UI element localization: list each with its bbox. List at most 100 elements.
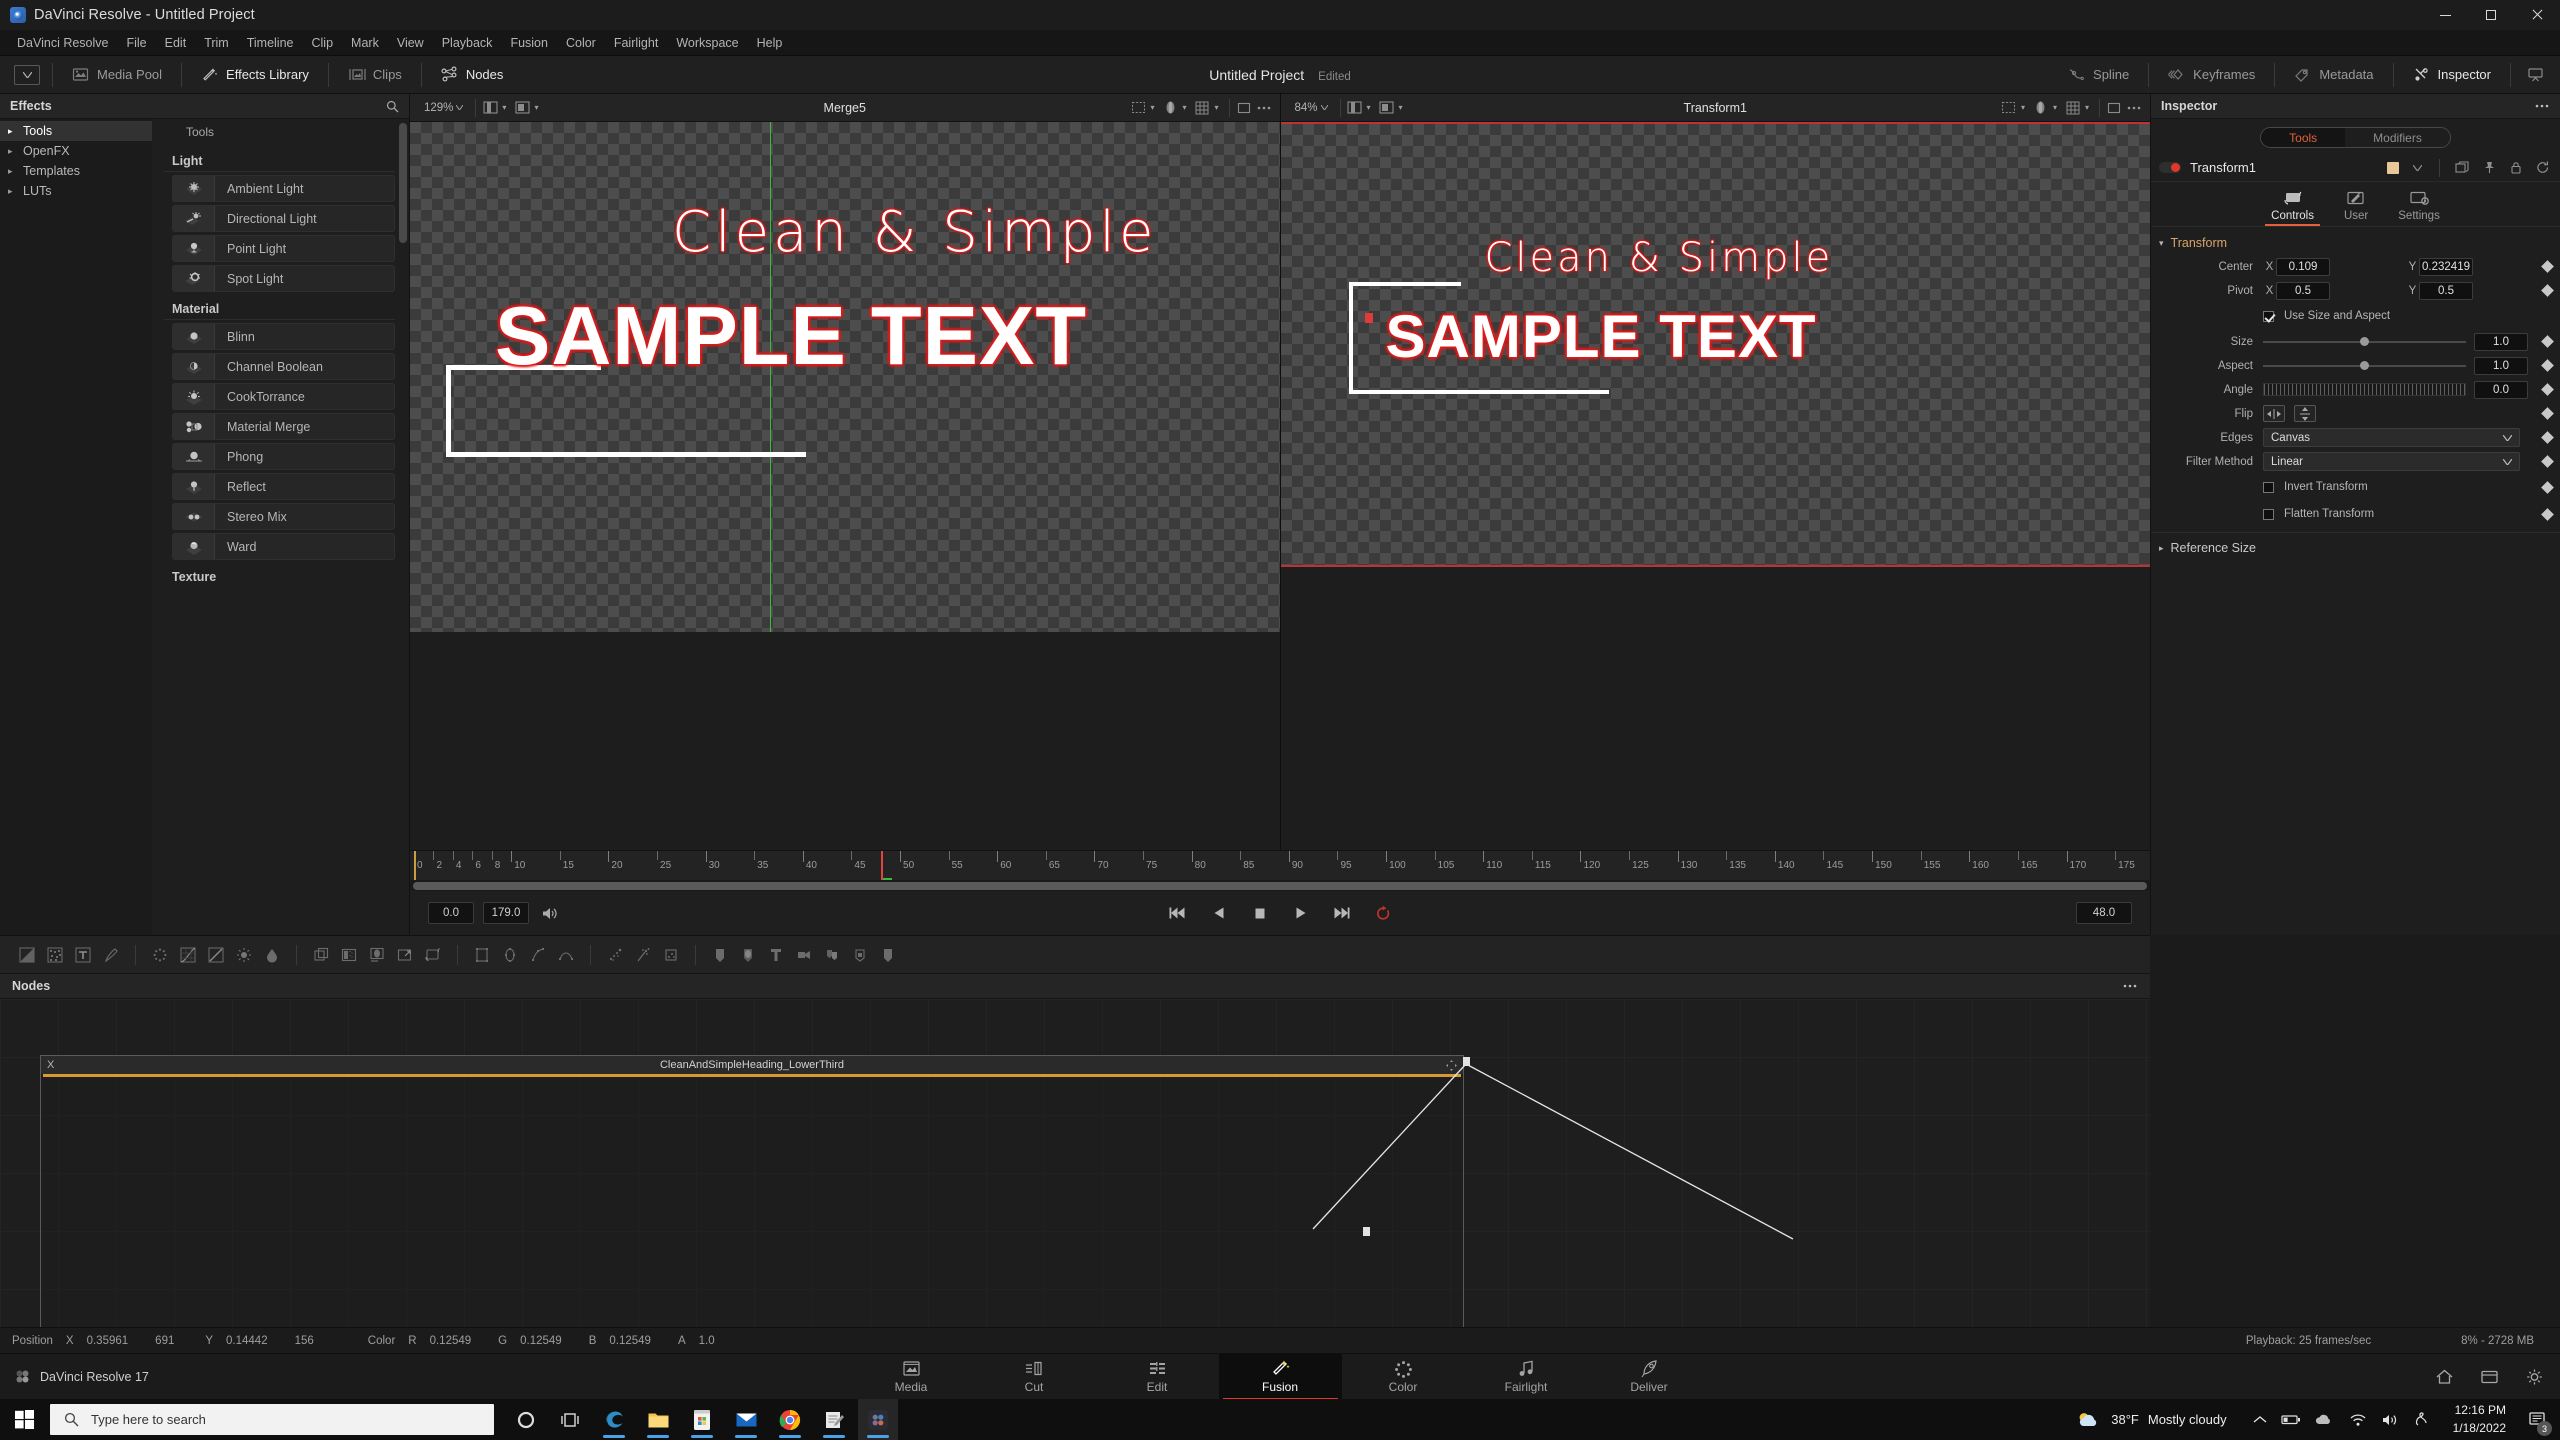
particle-emitter-icon[interactable] bbox=[602, 942, 628, 968]
timeline-playhead[interactable] bbox=[880, 851, 883, 880]
menu-fusion[interactable]: Fusion bbox=[501, 33, 557, 53]
media-pool-button[interactable]: Media Pool bbox=[59, 60, 175, 90]
spline-button[interactable]: Spline bbox=[2055, 60, 2142, 90]
menu-fairlight[interactable]: Fairlight bbox=[605, 33, 667, 53]
color-channel-icon[interactable] bbox=[2031, 100, 2051, 116]
minimize-button[interactable] bbox=[2422, 0, 2468, 30]
node-group-close-button[interactable]: X bbox=[47, 1059, 54, 1071]
page-edit[interactable]: Edit bbox=[1096, 1354, 1219, 1400]
center-x-input[interactable]: 0.109 bbox=[2276, 257, 2330, 276]
edges-dropdown[interactable]: Canvas bbox=[2263, 428, 2520, 447]
chevron-down-icon[interactable] bbox=[2408, 160, 2426, 176]
effects-tree-item-openfx[interactable]: ▸ OpenFX bbox=[0, 141, 152, 161]
page-color[interactable]: Color bbox=[1342, 1354, 1465, 1400]
keyframe-diamond-icon[interactable] bbox=[2541, 407, 2554, 420]
menu-trim[interactable]: Trim bbox=[195, 33, 238, 53]
color-corrector-icon[interactable] bbox=[147, 942, 173, 968]
flip-vertical-button[interactable] bbox=[2294, 405, 2316, 422]
metadata-button[interactable]: Metadata bbox=[2281, 60, 2386, 90]
project-manager-icon[interactable] bbox=[2480, 1368, 2499, 1386]
transform-tool-icon[interactable] bbox=[420, 942, 446, 968]
3d-light-icon[interactable] bbox=[875, 942, 901, 968]
page-deliver[interactable]: Deliver bbox=[1588, 1354, 1711, 1400]
timeline-in-marker[interactable] bbox=[414, 851, 416, 880]
menu-edit[interactable]: Edit bbox=[156, 33, 196, 53]
chevron-down-icon[interactable]: ▾ bbox=[1150, 103, 1154, 112]
effects-tool-list[interactable]: Tools Light Ambient Light Directional Li… bbox=[152, 119, 409, 935]
grid-overlay-icon[interactable] bbox=[1192, 100, 1212, 116]
keyframe-diamond-icon[interactable] bbox=[2541, 431, 2554, 444]
aspect-slider-knob[interactable] bbox=[2360, 360, 2370, 370]
onedrive-icon[interactable] bbox=[2315, 1413, 2335, 1426]
home-icon[interactable] bbox=[2435, 1368, 2454, 1386]
effects-item-phong[interactable]: Phong bbox=[172, 443, 395, 470]
effects-library-button[interactable]: Effects Library bbox=[188, 60, 322, 90]
pivot-y-input[interactable]: 0.5 bbox=[2419, 281, 2473, 300]
effects-item-spot-light[interactable]: Spot Light bbox=[172, 265, 395, 292]
flatten-transform-checkbox[interactable] bbox=[2263, 508, 2274, 520]
menu-help[interactable]: Help bbox=[748, 33, 792, 53]
color-gain-icon[interactable] bbox=[203, 942, 229, 968]
page-media[interactable]: Media bbox=[850, 1354, 973, 1400]
chevron-up-icon[interactable] bbox=[2253, 1415, 2267, 1425]
rectangle-mask-icon[interactable] bbox=[469, 942, 495, 968]
keyframe-diamond-icon[interactable] bbox=[2541, 284, 2554, 297]
page-fusion[interactable]: Fusion bbox=[1218, 1353, 1342, 1400]
viewer-right-zoom[interactable]: 84% bbox=[1287, 102, 1336, 114]
keyframe-diamond-icon[interactable] bbox=[2541, 383, 2554, 396]
pin-icon[interactable] bbox=[2480, 160, 2498, 176]
viewer-options-icon[interactable] bbox=[2124, 100, 2144, 116]
tab-settings[interactable]: Settings bbox=[2398, 190, 2440, 226]
text-tool-icon[interactable] bbox=[70, 942, 96, 968]
node-group-titlebar[interactable]: X CleanAndSimpleHeading_LowerThird bbox=[41, 1056, 1463, 1074]
davinci-resolve-icon[interactable] bbox=[858, 1399, 898, 1440]
3d-shape-icon[interactable] bbox=[707, 942, 733, 968]
timeline-scroll-thumb[interactable] bbox=[413, 882, 2147, 890]
invert-transform-checkbox[interactable] bbox=[2263, 481, 2274, 493]
node-group-container[interactable]: X CleanAndSimpleHeading_LowerThird bbox=[40, 1055, 1464, 1327]
in-point-field[interactable]: 0.0 bbox=[428, 902, 474, 924]
group-transform-header[interactable]: ▾ Transform bbox=[2151, 231, 2560, 256]
speaker-icon[interactable] bbox=[538, 903, 560, 923]
tab-modifiers[interactable]: Modifiers bbox=[2345, 128, 2450, 147]
angle-input[interactable]: 0.0 bbox=[2474, 380, 2528, 399]
effects-item-cooktorrance[interactable]: CookTorrance bbox=[172, 383, 395, 410]
connection-handle[interactable] bbox=[1362, 1226, 1370, 1236]
effects-item-material-merge[interactable]: Material Merge bbox=[172, 413, 395, 440]
roi-icon[interactable] bbox=[1999, 100, 2019, 116]
chevron-down-icon[interactable]: ▾ bbox=[2053, 103, 2057, 112]
center-y-input[interactable]: 0.232419 bbox=[2419, 257, 2473, 276]
effects-tree-item-luts[interactable]: ▸ LUTs bbox=[0, 181, 152, 201]
mail-icon[interactable] bbox=[726, 1399, 766, 1440]
effects-search-icon[interactable] bbox=[386, 100, 399, 113]
tab-user[interactable]: User bbox=[2344, 190, 2368, 226]
chrome-icon[interactable] bbox=[770, 1399, 810, 1440]
menu-file[interactable]: File bbox=[117, 33, 155, 53]
effects-item-blinn[interactable]: Blinn bbox=[172, 323, 395, 350]
task-view-icon[interactable] bbox=[550, 1399, 590, 1440]
merge-icon[interactable] bbox=[308, 942, 334, 968]
fit-to-window-icon[interactable] bbox=[1234, 100, 1254, 116]
keyframe-diamond-icon[interactable] bbox=[2541, 359, 2554, 372]
bspline-mask-icon[interactable] bbox=[553, 942, 579, 968]
menu-playback[interactable]: Playback bbox=[433, 33, 502, 53]
stop-icon[interactable] bbox=[1249, 903, 1271, 923]
effects-item-ambient-light[interactable]: Ambient Light bbox=[172, 175, 395, 202]
node-group-move-handle[interactable] bbox=[1446, 1059, 1457, 1071]
split-view-icon[interactable] bbox=[480, 100, 500, 116]
last-frame-icon[interactable] bbox=[1331, 903, 1353, 923]
size-slider[interactable] bbox=[2263, 333, 2466, 351]
clips-button[interactable]: Clips bbox=[335, 60, 415, 90]
inspector-button[interactable]: Inspector bbox=[2400, 60, 2504, 90]
chevron-down-icon[interactable]: ▾ bbox=[534, 103, 538, 112]
first-frame-icon[interactable] bbox=[1167, 903, 1189, 923]
node-graph-canvas[interactable]: X CleanAndSimpleHeading_LowerThird Small… bbox=[0, 999, 2150, 1327]
paint-tool-icon[interactable] bbox=[98, 942, 124, 968]
taskbar-weather-widget[interactable]: 38°F Mostly cloudy bbox=[2061, 1410, 2240, 1430]
3d-render-icon[interactable] bbox=[847, 942, 873, 968]
close-button[interactable] bbox=[2514, 0, 2560, 30]
chevron-down-icon[interactable]: ▾ bbox=[1399, 103, 1403, 112]
3d-image-plane-icon[interactable] bbox=[735, 942, 761, 968]
cortana-icon[interactable] bbox=[506, 1399, 546, 1440]
menu-davinci-resolve[interactable]: DaVinci Resolve bbox=[8, 33, 117, 53]
